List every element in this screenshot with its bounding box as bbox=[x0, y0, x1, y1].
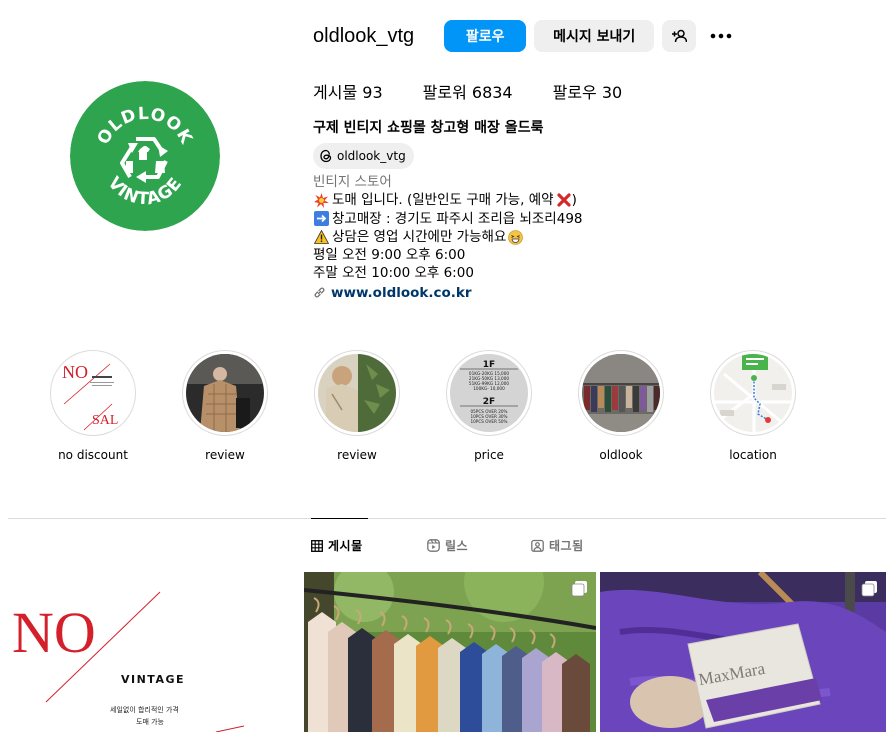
svg-text:SAL: SAL bbox=[92, 413, 118, 428]
svg-text:도매 가능: 도매 가능 bbox=[136, 717, 165, 726]
svg-text:NO: NO bbox=[12, 600, 96, 665]
highlight-location-thumb bbox=[714, 354, 792, 432]
bio-line-weekend-hours: 주말 오전 10:00 오후 6:00 bbox=[313, 265, 474, 282]
posts-stat-label: 게시물 bbox=[313, 83, 358, 102]
profile-username: oldlook_vtg bbox=[313, 24, 415, 47]
post-2-image bbox=[304, 572, 596, 732]
grid-icon bbox=[311, 539, 323, 552]
post-thumbnail-3[interactable]: MaxMara bbox=[600, 572, 886, 732]
posts-stat: 게시물 93 bbox=[313, 79, 383, 103]
active-tab-indicator bbox=[311, 518, 368, 519]
highlight-label: review bbox=[205, 448, 245, 462]
collision-icon bbox=[313, 192, 329, 208]
highlight-review-2[interactable]: review bbox=[312, 350, 402, 462]
post-thumbnail-1[interactable]: NO VINTAGE 세일없이 합리적인 가격 도매 가능 bbox=[8, 572, 299, 732]
tab-posts[interactable]: 게시물 bbox=[311, 537, 363, 554]
bio-line-consult: 상담은 영업 시간에만 가능해요 bbox=[313, 228, 583, 246]
highlight-label: oldlook bbox=[599, 448, 643, 462]
more-options-button[interactable] bbox=[708, 20, 734, 52]
link-icon bbox=[314, 287, 325, 298]
highlight-review-1[interactable]: review bbox=[180, 350, 270, 462]
carousel-icon bbox=[861, 581, 877, 597]
tab-reels-label: 릴스 bbox=[445, 539, 469, 553]
highlight-price[interactable]: 1F 01KG-20KG 15,000 21KG-50KG 13,000 51K… bbox=[444, 350, 534, 462]
suggest-users-button[interactable] bbox=[662, 20, 697, 52]
highlight-location[interactable]: location bbox=[708, 350, 798, 462]
profile-category: 빈티지 스토어 bbox=[313, 174, 392, 190]
highlight-label: price bbox=[474, 448, 504, 462]
tab-tagged[interactable]: 태그됨 bbox=[531, 537, 584, 554]
followers-stat[interactable]: 팔로워 6834 bbox=[423, 79, 513, 103]
profile-avatar[interactable]: OLDLOOK VINTAGE bbox=[70, 81, 220, 231]
svg-text:100KG- 10,000: 100KG- 10,000 bbox=[473, 386, 505, 391]
highlight-oldlook-thumb bbox=[582, 354, 660, 432]
follow-button[interactable]: 팔로우 bbox=[444, 20, 527, 52]
warning-icon bbox=[313, 229, 329, 245]
highlight-oldlook[interactable]: oldlook bbox=[576, 350, 666, 462]
post-thumbnail-2[interactable] bbox=[304, 572, 596, 732]
post-3-image: MaxMara bbox=[600, 572, 886, 732]
svg-text:10PCS OVER 50%: 10PCS OVER 50% bbox=[470, 419, 507, 424]
tab-posts-label: 게시물 bbox=[328, 539, 363, 553]
tab-reels[interactable]: 릴스 bbox=[427, 537, 468, 554]
highlight-review-1-thumb bbox=[186, 354, 264, 432]
oldlook-logo: OLDLOOK VINTAGE bbox=[70, 81, 220, 231]
more-dots-icon bbox=[710, 33, 732, 39]
highlight-label: no discount bbox=[58, 448, 128, 462]
following-stat-label: 팔로우 bbox=[552, 83, 597, 102]
website-link[interactable]: www.oldlook.co.kr bbox=[313, 284, 583, 302]
svg-text:VINTAGE: VINTAGE bbox=[121, 673, 185, 686]
highlight-no-discount[interactable]: NO SAL no discount bbox=[48, 350, 138, 462]
tabs-divider bbox=[8, 518, 886, 519]
tab-tagged-label: 태그됨 bbox=[549, 539, 584, 553]
carousel-icon bbox=[571, 581, 587, 597]
tagged-icon bbox=[531, 539, 544, 552]
following-stat[interactable]: 팔로우 30 bbox=[553, 79, 623, 103]
bio-line-weekday-hours: 평일 오전 9:00 오후 6:00 bbox=[313, 247, 466, 264]
threads-link[interactable]: oldlook_vtg bbox=[313, 143, 414, 169]
threads-icon bbox=[320, 149, 332, 163]
svg-text:NO: NO bbox=[62, 362, 88, 382]
profile-full-name: 구제 빈티지 쇼핑몰 창고형 매장 올드룩 bbox=[313, 120, 544, 136]
highlight-no-discount-thumb: NO SAL bbox=[54, 354, 132, 432]
bio-line-warehouse: 창고매장 : 경기도 파주시 조리읍 뇌조리498 bbox=[313, 210, 583, 228]
post-1-image: NO VINTAGE 세일없이 합리적인 가격 도매 가능 bbox=[8, 572, 299, 732]
highlight-price-thumb: 1F 01KG-20KG 15,000 21KG-50KG 13,000 51K… bbox=[450, 354, 528, 432]
svg-text:1F: 1F bbox=[483, 360, 495, 370]
highlight-label: location bbox=[729, 448, 777, 462]
followers-count: 6834 bbox=[471, 83, 513, 102]
highlight-review-2-thumb bbox=[318, 354, 396, 432]
message-button[interactable]: 메시지 보내기 bbox=[534, 20, 655, 52]
bio-line-wholesale: 도매 입니다. (일반인도 구매 가능, 예약 ) bbox=[313, 191, 583, 209]
svg-text:2F: 2F bbox=[483, 397, 495, 407]
cross-mark-icon bbox=[556, 192, 572, 208]
threads-handle: oldlook_vtg bbox=[337, 149, 406, 163]
reels-icon bbox=[427, 539, 440, 552]
highlight-label: review bbox=[337, 448, 377, 462]
followers-stat-label: 팔로워 bbox=[422, 83, 467, 102]
svg-text:세일없이 합리적인 가격: 세일없이 합리적인 가격 bbox=[110, 705, 179, 714]
laughing-face-icon bbox=[507, 229, 523, 245]
add-user-icon bbox=[672, 29, 688, 43]
profile-bio: 빈티지 스토어 도매 입니다. (일반인도 구매 가능, 예약 ) 창고매장 :… bbox=[313, 173, 583, 302]
following-count: 30 bbox=[601, 83, 623, 102]
posts-count: 93 bbox=[362, 83, 383, 102]
right-arrow-icon bbox=[313, 211, 329, 227]
